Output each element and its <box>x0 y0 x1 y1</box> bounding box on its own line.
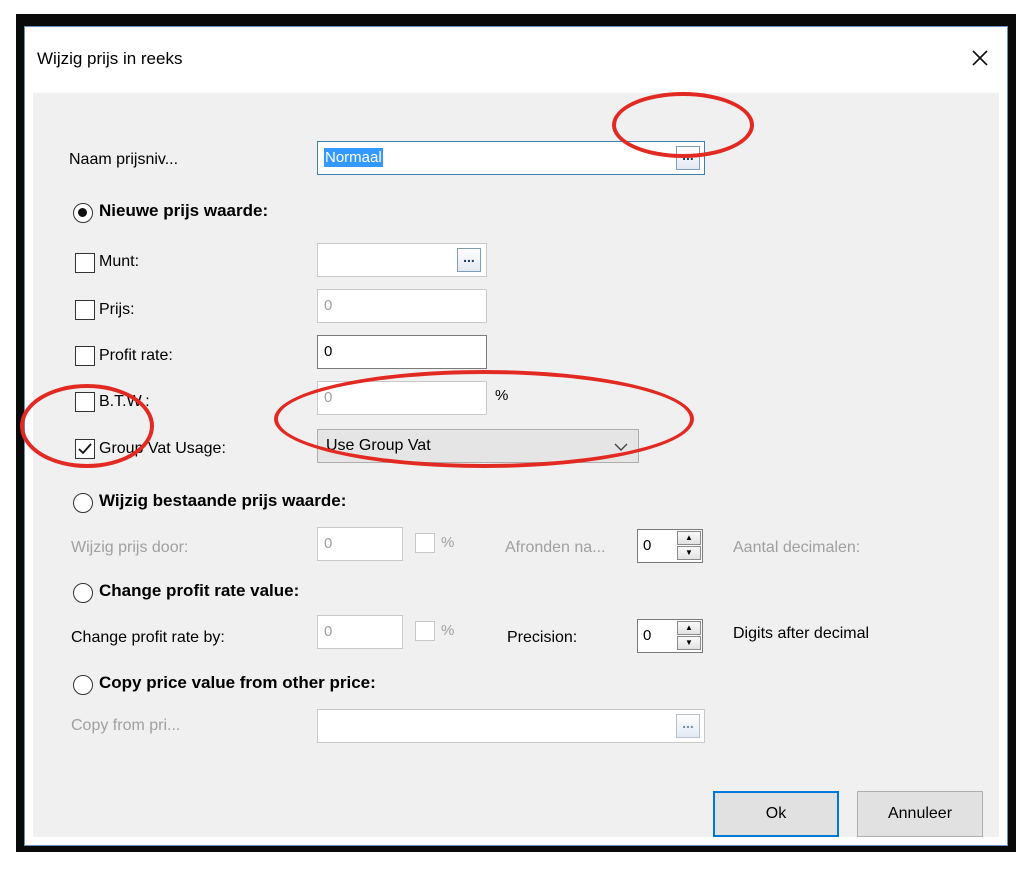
close-icon <box>972 50 988 66</box>
radio-copy-price-label: Copy price value from other price: <box>99 673 376 692</box>
dialog-title: Wijzig prijs in reeks <box>37 49 183 68</box>
chevron-down-icon <box>614 443 628 451</box>
wijzig-prijs-door-input[interactable]: 0 <box>317 527 403 561</box>
radio-wijzig-bestaande-label: Wijzig bestaande prijs waarde: <box>99 491 347 510</box>
copy-from-input[interactable] <box>317 709 705 743</box>
profit-rate-value: 0 <box>324 343 333 360</box>
prijs-input[interactable]: 0 <box>317 289 487 323</box>
wijzig-percent-checkbox[interactable] <box>415 533 435 553</box>
precision-label: Precision: <box>507 629 578 646</box>
profit-rate-label: Profit rate: <box>99 347 173 364</box>
annuleer-button[interactable]: Annuleer <box>857 791 983 837</box>
group-vat-label: Group Vat Usage: <box>99 440 226 457</box>
btw-input[interactable]: 0 <box>317 381 487 415</box>
change-profit-percent-unit: % <box>441 622 455 639</box>
dialog-client-area: Naam prijsniv... Normaal ... Nieuwe prij… <box>33 93 999 837</box>
digits-after-decimal-label: Digits after decimal <box>733 625 870 642</box>
wijzig-percent-unit: % <box>441 534 455 551</box>
btw-percent-unit: % <box>495 387 509 404</box>
radio-change-profit-label: Change profit rate value: <box>99 581 300 600</box>
afronden-value: 0 <box>643 537 652 554</box>
radio-copy-price[interactable] <box>73 675 93 695</box>
munt-checkbox[interactable] <box>75 253 95 273</box>
ok-button[interactable]: Ok <box>713 791 839 837</box>
munt-label: Munt: <box>99 253 140 270</box>
change-profit-by-label: Change profit rate by: <box>71 629 225 646</box>
change-profit-percent-checkbox[interactable] <box>415 621 435 641</box>
munt-browse-button[interactable]: ... <box>457 248 481 272</box>
dialog-window: Wijzig prijs in reeks Naam prijsniv... N… <box>24 26 1008 846</box>
spin-down-icon[interactable]: ▼ <box>677 546 701 560</box>
spin-down-icon[interactable]: ▼ <box>677 636 701 650</box>
afronden-label: Afronden na... <box>505 539 606 556</box>
naam-input[interactable]: Normaal <box>317 141 705 175</box>
spin-up-icon[interactable]: ▲ <box>677 531 701 545</box>
radio-wijzig-bestaande[interactable] <box>73 493 93 513</box>
group-vat-selected: Use Group Vat <box>326 437 431 454</box>
naam-label: Naam prijsniv... <box>69 151 179 168</box>
prijs-value: 0 <box>324 297 333 314</box>
profit-rate-input[interactable]: 0 <box>317 335 487 369</box>
change-profit-by-value: 0 <box>324 623 333 640</box>
copy-from-label: Copy from pri... <box>71 717 181 734</box>
precision-value: 0 <box>643 627 652 644</box>
close-button[interactable] <box>963 41 997 75</box>
group-vat-checkbox[interactable] <box>75 439 95 459</box>
btw-value: 0 <box>324 389 333 406</box>
spin-up-icon[interactable]: ▲ <box>677 621 701 635</box>
group-vat-dropdown[interactable]: Use Group Vat <box>317 429 639 463</box>
naam-value: Normaal <box>324 148 383 167</box>
naam-browse-button[interactable]: ... <box>676 146 700 170</box>
radio-nieuwe-prijs[interactable] <box>73 203 93 223</box>
btw-checkbox[interactable] <box>75 392 95 412</box>
change-profit-by-input[interactable]: 0 <box>317 615 403 649</box>
precision-spinner[interactable]: 0 ▲ ▼ <box>637 619 703 653</box>
wijzig-prijs-door-label: Wijzig prijs door: <box>71 539 189 556</box>
prijs-checkbox[interactable] <box>75 300 95 320</box>
btw-label: B.T.W.: <box>99 393 150 410</box>
profit-rate-checkbox[interactable] <box>75 346 95 366</box>
checkmark-icon <box>78 443 92 455</box>
copy-from-browse-button[interactable]: ... <box>676 714 700 738</box>
prijs-label: Prijs: <box>99 301 135 318</box>
aantal-decimalen-label: Aantal decimalen: <box>733 539 861 556</box>
radio-nieuwe-prijs-label: Nieuwe prijs waarde: <box>99 201 269 220</box>
wijzig-prijs-door-value: 0 <box>324 535 333 552</box>
afronden-spinner[interactable]: 0 ▲ ▼ <box>637 529 703 563</box>
radio-change-profit[interactable] <box>73 583 93 603</box>
title-bar: Wijzig prijs in reeks <box>25 27 1007 93</box>
